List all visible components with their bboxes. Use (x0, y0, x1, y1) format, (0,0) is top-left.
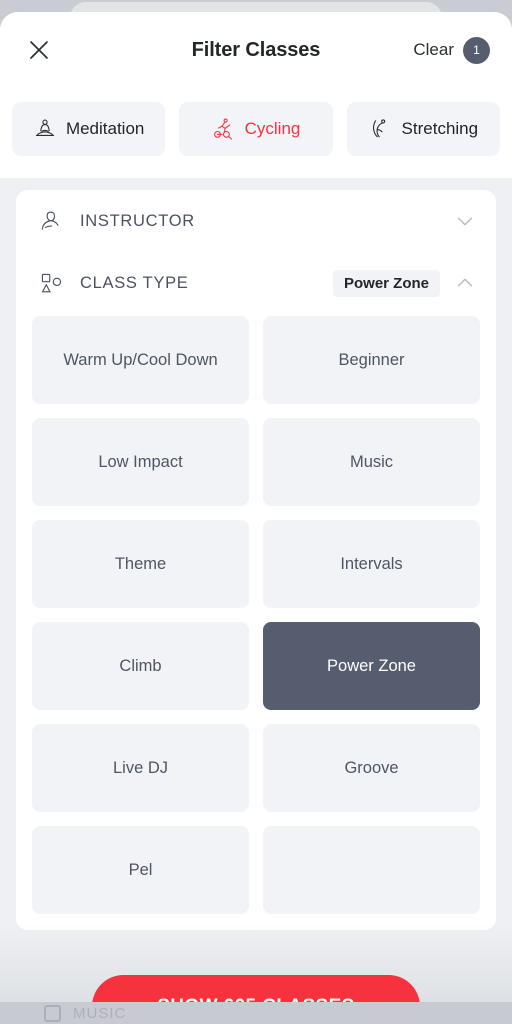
chip-meditation[interactable]: Meditation (12, 102, 166, 156)
close-button[interactable] (22, 33, 56, 67)
clear-label: Clear (413, 40, 454, 59)
chevron-down-icon[interactable] (454, 210, 476, 232)
class-type-options: Warm Up/Cool Down Beginner Low Impact Mu… (16, 314, 496, 930)
close-icon (28, 39, 50, 61)
selected-value-pill: Power Zone (332, 269, 440, 297)
option-tile[interactable]: Intervals (263, 520, 480, 608)
filter-sheet: Filter Classes Clear 1 Meditation Cyclin… (0, 12, 512, 1024)
option-tile[interactable]: Groove (263, 724, 480, 812)
instructor-icon (36, 209, 66, 234)
chip-label: Meditation (65, 119, 145, 138)
filter-classes-screen: Filter Classes Clear 1 Meditation Cyclin… (0, 0, 512, 1024)
chevron-up-icon[interactable] (454, 272, 476, 294)
stretching-icon (369, 117, 393, 141)
section-class-type[interactable]: CLASS TYPE Power Zone (16, 252, 496, 314)
class-type-icon (36, 271, 66, 296)
option-tile[interactable]: Music (263, 418, 480, 506)
section-controls (454, 210, 476, 232)
option-tile[interactable]: Warm Up/Cool Down (32, 316, 249, 404)
option-tile-selected[interactable]: Power Zone (263, 622, 480, 710)
peek-label: MUSIC (73, 1005, 127, 1022)
option-tile[interactable]: Live DJ (32, 724, 249, 812)
next-section-peek[interactable]: MUSIC (0, 1002, 512, 1024)
music-section-icon (44, 1005, 61, 1022)
section-title: INSTRUCTOR (80, 211, 195, 230)
peek-content: MUSIC (44, 1005, 126, 1022)
chip-label: Cycling (244, 119, 301, 138)
option-tile[interactable]: Low Impact (32, 418, 249, 506)
filter-panel: INSTRUCTOR CLASS TYPE Power Zone Warm Up… (16, 190, 496, 930)
filter-content-scroll[interactable]: INSTRUCTOR CLASS TYPE Power Zone Warm Up… (0, 178, 512, 1024)
chip-stretching[interactable]: Stretching (346, 102, 500, 156)
section-title: CLASS TYPE (80, 273, 189, 292)
section-controls: Power Zone (332, 269, 476, 297)
section-instructor[interactable]: INSTRUCTOR (16, 190, 496, 252)
option-tile[interactable]: Theme (32, 520, 249, 608)
chip-label: Stretching (401, 119, 479, 138)
clear-count-badge: 1 (463, 36, 490, 64)
clear-filters-button[interactable]: Clear 1 (413, 36, 490, 64)
meditation-icon (33, 117, 57, 141)
option-tile[interactable]: Pel (32, 826, 249, 914)
option-tile[interactable]: Climb (32, 622, 249, 710)
discipline-chips: Meditation Cycling Stretching (0, 88, 512, 178)
chip-cycling[interactable]: Cycling (179, 102, 333, 156)
sheet-header: Filter Classes Clear 1 (0, 12, 512, 88)
option-tile[interactable] (263, 826, 480, 914)
option-tile[interactable]: Beginner (263, 316, 480, 404)
cycling-icon (212, 117, 236, 141)
